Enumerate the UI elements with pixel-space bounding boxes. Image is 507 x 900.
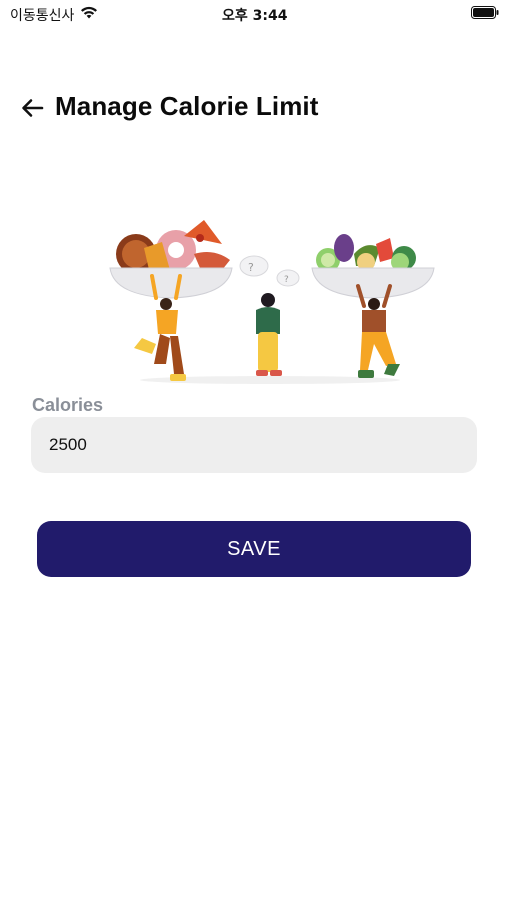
carrier-name: 이동통신사 [10,8,75,24]
calories-label: Calories [32,395,104,415]
page-title: Manage Calorie Limit [55,91,319,121]
clock: 오후 3:44 [222,8,288,24]
wifi-icon [81,6,97,19]
save-button[interactable]: SAVE [37,521,471,577]
junk-food-bowl [109,220,233,299]
right-person [356,284,400,378]
svg-text:?: ? [284,275,289,285]
back-arrow-icon[interactable] [18,94,46,122]
battery-icon [471,6,499,19]
calories-input[interactable] [31,417,477,473]
thinking-person: ? ? [239,255,300,376]
header: Manage Calorie Limit [0,88,507,128]
svg-text:?: ? [248,261,254,274]
vegetable-bowl [311,234,435,299]
food-balance-illustration: ? ? [109,220,435,384]
status-bar: 이동통신사 오후 3:44 [0,0,507,28]
